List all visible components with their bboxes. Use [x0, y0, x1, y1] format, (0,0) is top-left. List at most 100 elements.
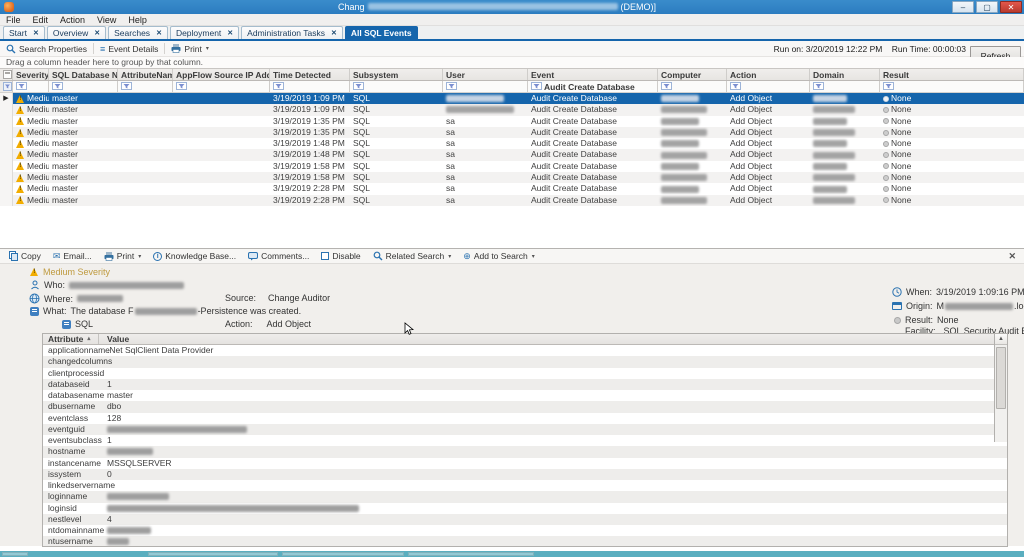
attribute-row[interactable]: eventguid: [43, 424, 1007, 435]
comments-button[interactable]: Comments...: [243, 251, 314, 261]
filter-icon[interactable]: [176, 81, 187, 92]
email-button[interactable]: ✉ Email...: [48, 251, 97, 262]
attribute-row[interactable]: changedcolumns: [43, 356, 1007, 367]
attribute-row[interactable]: ntdomainname: [43, 525, 1007, 536]
maximize-button[interactable]: ▢: [976, 1, 998, 13]
detail-close-icon[interactable]: ✕: [1008, 251, 1016, 262]
attribute-row[interactable]: nestlevel4: [43, 514, 1007, 525]
event-row[interactable]: Mediummaster3/19/2019 1:35 PMSQLsaAudit …: [0, 127, 1024, 138]
column-header-attributename[interactable]: AttributeName: [118, 69, 173, 80]
filter-icon[interactable]: [273, 81, 284, 92]
column-header-severity[interactable]: Severity˅: [13, 69, 49, 80]
attribute-row[interactable]: clientprocessid: [43, 368, 1007, 379]
column-header-result[interactable]: Result: [880, 69, 1024, 80]
column-header-subsystem[interactable]: Subsystem: [350, 69, 443, 80]
attribute-row[interactable]: eventclass128: [43, 413, 1007, 424]
event-row[interactable]: Mediummaster3/19/2019 1:09 PMSQLAudit Cr…: [0, 104, 1024, 115]
tab-deployment[interactable]: Deployment✕: [170, 26, 239, 39]
filter-cell-event[interactable]: Audit Create Database: [528, 81, 658, 92]
group-by-bar[interactable]: Drag a column header here to group by th…: [0, 57, 1024, 68]
filter-cell-subsystem[interactable]: [350, 81, 443, 92]
detail-print-button[interactable]: Print ▾: [99, 251, 147, 261]
tab-administration-tasks[interactable]: Administration Tasks✕: [241, 26, 343, 39]
filter-icon[interactable]: [883, 81, 894, 92]
filter-cell-sql-database-name[interactable]: [49, 81, 118, 92]
menu-action[interactable]: Action: [54, 14, 91, 25]
tab-start[interactable]: Start✕: [3, 26, 45, 39]
windows-taskbar[interactable]: [0, 551, 1024, 557]
filter-cell-domain[interactable]: [810, 81, 880, 92]
event-row[interactable]: Mediummaster3/19/2019 1:48 PMSQLsaAudit …: [0, 138, 1024, 149]
filter-icon[interactable]: [446, 81, 457, 92]
close-button[interactable]: ✕: [1000, 1, 1022, 13]
tab-searches[interactable]: Searches✕: [108, 26, 168, 39]
filter-cell-attributename[interactable]: [118, 81, 173, 92]
disable-button[interactable]: Disable: [316, 251, 365, 261]
column-header-appflow-source-ip-address[interactable]: AppFlow Source IP Address: [173, 69, 270, 80]
value-column-header[interactable]: Value: [99, 334, 129, 344]
taskbar-button[interactable]: [282, 552, 404, 556]
column-header-user[interactable]: User: [443, 69, 528, 80]
attribute-row[interactable]: hostname: [43, 446, 1007, 457]
tab-all-sql-events[interactable]: All SQL Events: [345, 26, 418, 39]
attribute-row[interactable]: instancenameMSSQLSERVER: [43, 458, 1007, 469]
event-row[interactable]: Mediummaster3/19/2019 1:35 PMSQLsaAudit …: [0, 116, 1024, 127]
knowledge-base-button[interactable]: i Knowledge Base...: [148, 251, 241, 261]
taskbar-button[interactable]: [2, 552, 28, 556]
scrollbar-thumb[interactable]: [996, 347, 1006, 409]
column-header-computer[interactable]: Computer: [658, 69, 727, 80]
column-header-event[interactable]: Event: [528, 69, 658, 80]
event-details-button[interactable]: ≡ Event Details: [94, 42, 164, 56]
menu-file[interactable]: File: [0, 14, 27, 25]
filter-icon[interactable]: [16, 81, 27, 92]
minimize-button[interactable]: –: [952, 1, 974, 13]
filter-icon[interactable]: [121, 81, 132, 92]
event-row[interactable]: Mediummaster3/19/2019 1:48 PMSQLsaAudit …: [0, 149, 1024, 160]
tab-close-icon[interactable]: ✕: [331, 29, 337, 37]
menu-edit[interactable]: Edit: [27, 14, 55, 25]
filter-cell-result[interactable]: [880, 81, 1024, 92]
print-button[interactable]: Print ▾: [165, 42, 215, 56]
filter-icon[interactable]: [353, 81, 364, 92]
menu-view[interactable]: View: [91, 14, 122, 25]
attribute-row[interactable]: databaseid1: [43, 379, 1007, 390]
event-row[interactable]: Mediummaster3/19/2019 1:58 PMSQLsaAudit …: [0, 161, 1024, 172]
event-row[interactable]: Mediummaster3/19/2019 1:58 PMSQLsaAudit …: [0, 172, 1024, 183]
attribute-row[interactable]: eventsubclass1: [43, 435, 1007, 446]
filter-cell-computer[interactable]: [658, 81, 727, 92]
column-header-sql-database-name[interactable]: SQL Database Name: [49, 69, 118, 80]
column-header-domain[interactable]: Domain: [810, 69, 880, 80]
attribute-row[interactable]: linkedservername: [43, 480, 1007, 491]
attribute-row[interactable]: ntusername: [43, 536, 1007, 547]
event-row[interactable]: Mediummaster3/19/2019 2:28 PMSQLsaAudit …: [0, 195, 1024, 206]
attribute-row[interactable]: applicationname.Net SqlClient Data Provi…: [43, 345, 1007, 356]
attribute-row[interactable]: loginname: [43, 491, 1007, 502]
taskbar-button[interactable]: [408, 552, 534, 556]
tab-close-icon[interactable]: ✕: [33, 29, 39, 37]
filter-cell-user[interactable]: [443, 81, 528, 92]
filter-icon[interactable]: [661, 81, 672, 92]
filter-icon[interactable]: [52, 81, 63, 92]
column-header-action[interactable]: Action: [727, 69, 810, 80]
filter-icon[interactable]: [531, 81, 542, 92]
filter-cell-time-detected[interactable]: [270, 81, 350, 92]
attribute-row[interactable]: loginsid: [43, 503, 1007, 514]
search-properties-button[interactable]: Search Properties: [0, 42, 93, 56]
event-row[interactable]: ▶Mediummaster3/19/2019 1:09 PMSQLAudit C…: [0, 93, 1024, 104]
filter-cell-action[interactable]: [727, 81, 810, 92]
event-row[interactable]: Mediummaster3/19/2019 2:28 PMSQLsaAudit …: [0, 183, 1024, 194]
tab-overview[interactable]: Overview✕: [47, 26, 106, 39]
filter-icon[interactable]: [730, 81, 741, 92]
filter-cell-severity[interactable]: [13, 81, 49, 92]
tab-close-icon[interactable]: ✕: [227, 29, 233, 37]
tab-close-icon[interactable]: ✕: [156, 29, 162, 37]
column-header-time-detected[interactable]: Time Detected: [270, 69, 350, 80]
add-to-search-button[interactable]: ⊕ Add to Search ▾: [458, 251, 539, 262]
attribute-row[interactable]: databasenamemaster: [43, 390, 1007, 401]
attribute-table-scrollbar[interactable]: ▲: [994, 334, 1007, 442]
copy-button[interactable]: Copy: [4, 251, 46, 261]
filter-icon[interactable]: [813, 81, 824, 92]
attribute-row[interactable]: dbusernamedbo: [43, 401, 1007, 412]
attribute-row[interactable]: issystem0: [43, 469, 1007, 480]
menu-help[interactable]: Help: [122, 14, 153, 25]
